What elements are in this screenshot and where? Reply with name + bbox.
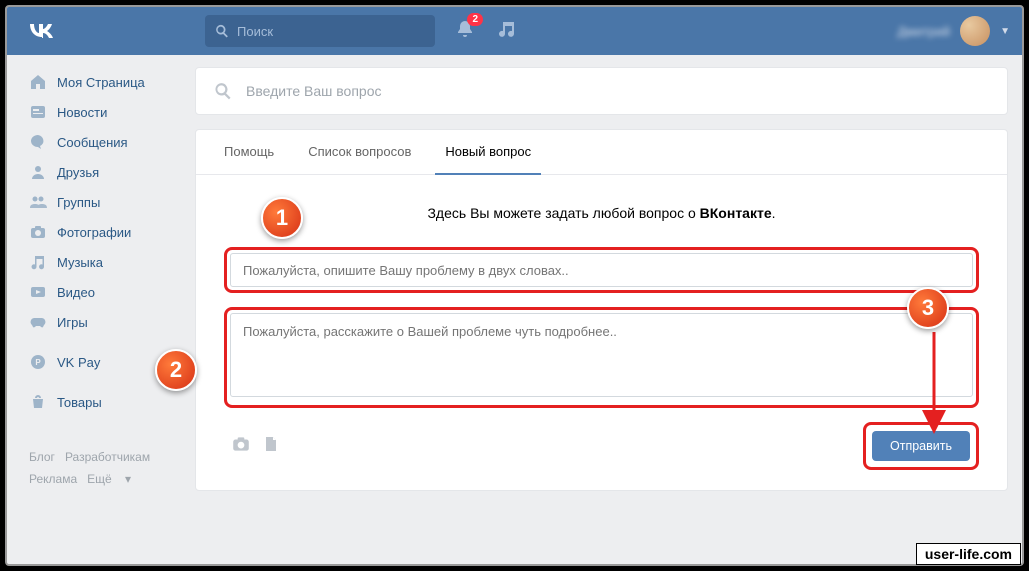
messages-icon [29,133,47,151]
nav-label: Музыка [57,255,103,270]
form-title: Здесь Вы можете задать любой вопрос о ВК… [224,205,979,221]
nav-games[interactable]: Игры [21,307,181,337]
tab-help[interactable]: Помощь [214,130,284,174]
news-icon [29,103,47,121]
music-icon [29,253,47,271]
vkpay-icon: P [29,353,47,371]
annotation-marker-3: 3 [907,287,949,329]
nav-label: Группы [57,195,100,210]
nav-friends[interactable]: Друзья [21,157,181,187]
nav-news[interactable]: Новости [21,97,181,127]
sidebar: Моя Страница Новости Сообщения Друзья Гр… [21,67,181,491]
nav-label: Моя Страница [57,75,145,90]
user-name: Дмитрий [897,24,950,39]
notifications-button[interactable]: 2 [455,19,475,44]
problem-short-input[interactable] [230,253,973,287]
nav-messages[interactable]: Сообщения [21,127,181,157]
problem-details-textarea[interactable] [230,313,973,397]
nav-label: VK Pay [57,355,100,370]
annotation-marker-1: 1 [261,197,303,239]
header-search[interactable]: Поиск [205,15,435,47]
games-icon [29,313,47,331]
footer-links: Блог Разработчикам Реклама Ещё ▾ [21,447,181,490]
nav-video[interactable]: Видео [21,277,181,307]
market-icon [29,393,47,411]
chevron-down-icon: ▼ [1000,26,1010,37]
main-card: Помощь Список вопросов Новый вопрос Здес… [195,129,1008,491]
svg-text:P: P [35,358,41,367]
textarea-highlight [224,307,979,408]
nav-label: Видео [57,285,95,300]
music-button[interactable] [497,20,515,43]
friends-icon [29,163,47,181]
nav-label: Новости [57,105,107,120]
nav-label: Фотографии [57,225,131,240]
footer-more[interactable]: Ещё ▾ [87,472,131,486]
search-placeholder: Поиск [237,24,273,39]
nav-market[interactable]: Товары [21,387,181,417]
nav-groups[interactable]: Группы [21,187,181,217]
vk-logo[interactable] [27,20,55,43]
tab-questions-list[interactable]: Список вопросов [298,130,421,174]
nav-photos[interactable]: Фотографии [21,217,181,247]
question-search-placeholder: Введите Ваш вопрос [246,83,381,99]
video-icon [29,283,47,301]
tab-new-question[interactable]: Новый вопрос [435,130,541,175]
short-input-highlight [224,247,979,293]
nav-label: Игры [57,315,88,330]
home-icon [29,73,47,91]
footer-blog[interactable]: Блог [29,450,55,464]
nav-label: Товары [57,395,102,410]
nav-label: Друзья [57,165,99,180]
annotation-marker-2: 2 [155,349,197,391]
nav-my-page[interactable]: Моя Страница [21,67,181,97]
attach-doc-button[interactable] [262,434,280,459]
footer-ads[interactable]: Реклама [29,472,77,486]
camera-icon [29,223,47,241]
avatar [960,16,990,46]
top-header: Поиск 2 Дмитрий ▼ [7,7,1022,55]
groups-icon [29,193,47,211]
footer-dev[interactable]: Разработчикам [65,450,150,464]
search-icon [215,24,229,38]
nav-label: Сообщения [57,135,128,150]
attach-photo-button[interactable] [230,434,252,459]
camera-icon [230,434,252,454]
question-search[interactable]: Введите Ваш вопрос [195,67,1008,115]
music-icon [497,20,515,38]
search-icon [214,82,232,100]
watermark: user-life.com [916,543,1021,565]
annotation-arrow [919,327,949,437]
nav-music[interactable]: Музыка [21,247,181,277]
notif-badge: 2 [467,13,483,26]
document-icon [262,434,280,454]
tabs: Помощь Список вопросов Новый вопрос [196,130,1007,175]
user-menu[interactable]: Дмитрий ▼ [897,16,1010,46]
